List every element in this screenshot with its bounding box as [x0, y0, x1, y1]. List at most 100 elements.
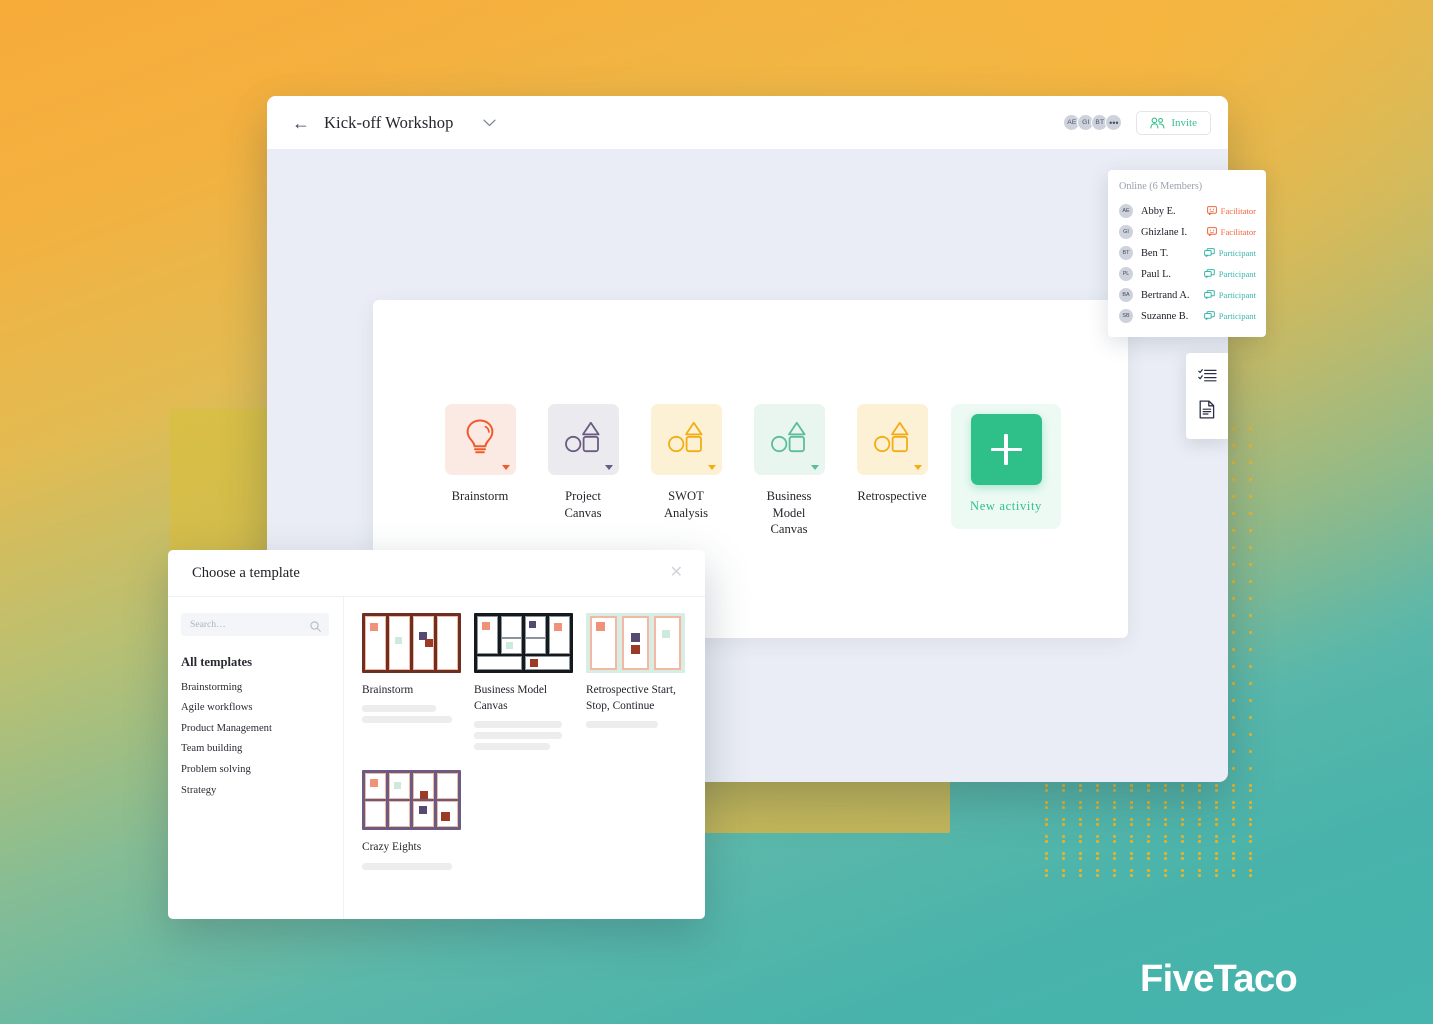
sidebar-item-agile-workflows[interactable]: Agile workflows [181, 698, 329, 719]
avatar: AE [1119, 204, 1133, 218]
list-item[interactable]: BA Bertrand A. Participant [1119, 285, 1256, 305]
sidebar-item-strategy[interactable]: Strategy [181, 781, 329, 802]
screenshot-root: ← Kick-off Workshop AE GI BT ••• Invite … [0, 0, 1433, 1024]
member-name: Bertrand A. [1141, 289, 1190, 301]
online-members-title: Online (6 Members) [1119, 181, 1203, 192]
sidebar-item-product-management[interactable]: Product Management [181, 719, 329, 740]
member-role-label: Facilitator [1220, 206, 1256, 216]
member-role-label: Participant [1218, 290, 1256, 300]
status-badge: Participant [1203, 289, 1256, 301]
template-card-brainstorm[interactable]: Brainstorm [362, 613, 462, 750]
document-icon[interactable] [1199, 400, 1215, 424]
avatar-stack[interactable]: AE GI BT ••• [1063, 114, 1123, 131]
decorative-dot-grid-bottom [1038, 782, 1263, 880]
chevron-down-icon[interactable] [483, 116, 497, 129]
activity-tile[interactable] [444, 404, 516, 475]
modal-title: Choose a template [192, 564, 300, 581]
header-actions: AE GI BT ••• Invite [1063, 110, 1211, 135]
activity-dropdown-caret[interactable] [707, 465, 716, 470]
facilitator-icon [1206, 226, 1217, 238]
member-name: Paul L. [1141, 268, 1172, 280]
member-role-label: Participant [1218, 269, 1256, 279]
list-item[interactable]: BT Ben T. Participant [1119, 243, 1256, 263]
activity-list: Brainstorm Project Canvas SWOT Analysis … [436, 404, 1061, 538]
lightbulb-icon [463, 418, 497, 461]
activity-label: Retrospective [857, 489, 927, 503]
member-name: Ben T. [1141, 247, 1169, 259]
template-card-business-model-canvas[interactable]: Business Model Canvas [474, 613, 574, 751]
new-activity-button[interactable]: New activity [951, 404, 1061, 529]
shapes-icon [564, 421, 602, 459]
template-name: Crazy Eights [362, 841, 422, 854]
shapes-icon [873, 421, 911, 459]
bmc-thumb[interactable] [474, 613, 573, 673]
member-role-label: Participant [1218, 311, 1256, 321]
choose-template-modal: Choose a template ✕ All templates Brains… [168, 550, 705, 919]
online-members-popover: Online (6 Members) AE Abby E. Facilitato… [1108, 170, 1266, 337]
activity-tile[interactable] [856, 404, 928, 475]
modal-body: All templates Brainstorming Agile workfl… [168, 597, 705, 919]
template-description-placeholder [362, 862, 462, 870]
search-input[interactable] [181, 613, 329, 636]
sidebar-item-problem-solving[interactable]: Problem solving [181, 760, 329, 781]
activity-card-brainstorm[interactable]: Brainstorm [436, 404, 524, 505]
page-title: Kick-off Workshop [324, 112, 454, 132]
brainstorm-thumb[interactable] [362, 613, 461, 673]
status-badge: Facilitator [1206, 205, 1256, 217]
activity-label: Brainstorm [451, 489, 509, 503]
template-name: Retrospective Start, Stop, Continue [586, 684, 676, 713]
activity-dropdown-caret[interactable] [810, 465, 819, 470]
new-activity-tile[interactable] [970, 414, 1042, 485]
status-badge: Facilitator [1206, 226, 1256, 238]
template-category-sidebar: All templates Brainstorming Agile workfl… [168, 597, 344, 919]
avatar: BT [1119, 246, 1133, 260]
member-role-label: Participant [1218, 248, 1256, 258]
search-icon [310, 619, 321, 637]
list-item[interactable]: AE Abby E. Facilitator [1119, 201, 1256, 221]
close-icon[interactable]: ✕ [670, 565, 683, 581]
search-field-wrapper[interactable] [181, 613, 329, 636]
avatar: SB [1119, 309, 1133, 323]
avatar: BA [1119, 288, 1133, 302]
sidebar-item-team-building[interactable]: Team building [181, 739, 329, 760]
activity-dropdown-caret[interactable] [604, 465, 613, 470]
activity-card-retrospective[interactable]: Retrospective [848, 404, 936, 505]
participant-icon [1203, 268, 1215, 280]
invite-button-label: Invite [1171, 116, 1197, 129]
sidebar-item-all-templates[interactable]: All templates [181, 654, 329, 678]
template-description-placeholder [586, 721, 686, 729]
activity-dropdown-caret[interactable] [913, 465, 922, 470]
sidebar-item-brainstorming[interactable]: Brainstorming [181, 678, 329, 699]
participant-icon [1203, 247, 1215, 259]
template-card-retrospective[interactable]: Retrospective Start, Stop, Continue [586, 613, 686, 750]
list-item[interactable]: GI Ghizlane I. Facilitator [1119, 222, 1256, 242]
app-header: ← Kick-off Workshop AE GI BT ••• Invite [267, 96, 1228, 149]
side-toolbar [1186, 353, 1228, 439]
list-item[interactable]: SB Suzanne B. Participant [1119, 306, 1256, 326]
plus-icon [990, 434, 1022, 465]
new-activity-label: New activity [970, 499, 1042, 513]
activity-dropdown-caret[interactable] [501, 465, 510, 470]
template-card-crazy-eights[interactable]: Crazy Eights [362, 770, 462, 870]
invite-button[interactable]: Invite [1136, 110, 1211, 135]
activity-tile[interactable] [753, 404, 825, 475]
invite-people-icon [1150, 117, 1165, 129]
activity-card-business-model-canvas[interactable]: Business Model Canvas [745, 404, 833, 538]
participant-icon [1203, 310, 1215, 322]
activity-card-swot-analysis[interactable]: SWOT Analysis [642, 404, 730, 521]
checklist-icon[interactable] [1197, 368, 1217, 389]
retro-thumb[interactable] [586, 613, 685, 673]
shapes-icon [770, 421, 808, 459]
avatar-overflow[interactable]: ••• [1105, 114, 1123, 131]
template-description-placeholder [362, 705, 462, 724]
activity-card-project-canvas[interactable]: Project Canvas [539, 404, 627, 521]
list-item[interactable]: PL Paul L. Participant [1119, 264, 1256, 284]
status-badge: Participant [1203, 310, 1256, 322]
back-arrow-icon[interactable]: ← [292, 114, 310, 132]
member-name: Abby E. [1141, 205, 1176, 217]
member-name: Ghizlane I. [1141, 226, 1188, 238]
activity-tile[interactable] [650, 404, 722, 475]
activity-label: Business Model Canvas [766, 489, 812, 537]
crazy-eights-thumb[interactable] [362, 770, 461, 831]
activity-tile[interactable] [547, 404, 619, 475]
